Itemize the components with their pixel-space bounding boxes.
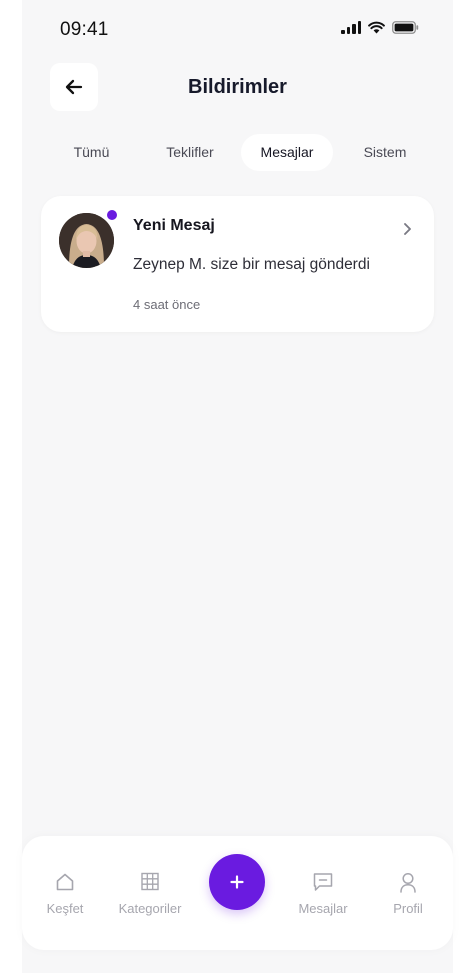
signal-icon [341, 21, 361, 34]
status-icons [341, 21, 419, 34]
tab-teklifler[interactable]: Teklifler [148, 134, 232, 171]
nav-item-profil[interactable]: Profil [378, 836, 438, 950]
tab-mesajlar[interactable]: Mesajlar [241, 134, 333, 171]
nav-item-kategoriler[interactable]: Kategoriler [114, 836, 186, 950]
unread-indicator [105, 208, 119, 222]
message-icon [313, 873, 333, 891]
tab-tumu[interactable]: Tümü [55, 134, 128, 171]
nav-item-kesfet[interactable]: Keşfet [34, 836, 96, 950]
notification-time: 4 saat önce [133, 297, 201, 312]
notification-card[interactable]: Yeni Mesaj Zeynep M. size bir mesaj gönd… [41, 196, 434, 332]
nav-label-profil: Profil [393, 901, 423, 916]
nav-item-mesajlar[interactable]: Mesajlar [287, 836, 359, 950]
add-button[interactable] [209, 854, 265, 910]
plus-icon [230, 875, 244, 889]
notification-title: Yeni Mesaj [133, 217, 215, 234]
nav-label-mesajlar: Mesajlar [298, 901, 348, 916]
chevron-right-icon [404, 223, 411, 235]
phone-screen: 09:41 Bildirimler Tümü Teklifler Mesajla… [22, 0, 453, 973]
battery-icon [392, 21, 419, 34]
nav-label-kategoriler: Kategoriler [118, 901, 182, 916]
filter-tabs: Tümü Teklifler Mesajlar Sistem [40, 134, 440, 172]
notification-body: Zeynep M. size bir mesaj gönderdi [133, 256, 370, 273]
avatar [59, 213, 114, 268]
tab-sistem[interactable]: Sistem [345, 134, 425, 171]
grid-icon [141, 872, 159, 891]
status-time: 09:41 [60, 19, 109, 40]
bottom-nav: Keşfet Kategoriler Mesajlar Profil [22, 836, 453, 950]
wifi-icon [368, 21, 385, 34]
page-title: Bildirimler [188, 76, 287, 98]
nav-label-kesfet: Keşfet [46, 901, 84, 916]
home-icon [56, 873, 74, 891]
user-icon [400, 872, 416, 893]
